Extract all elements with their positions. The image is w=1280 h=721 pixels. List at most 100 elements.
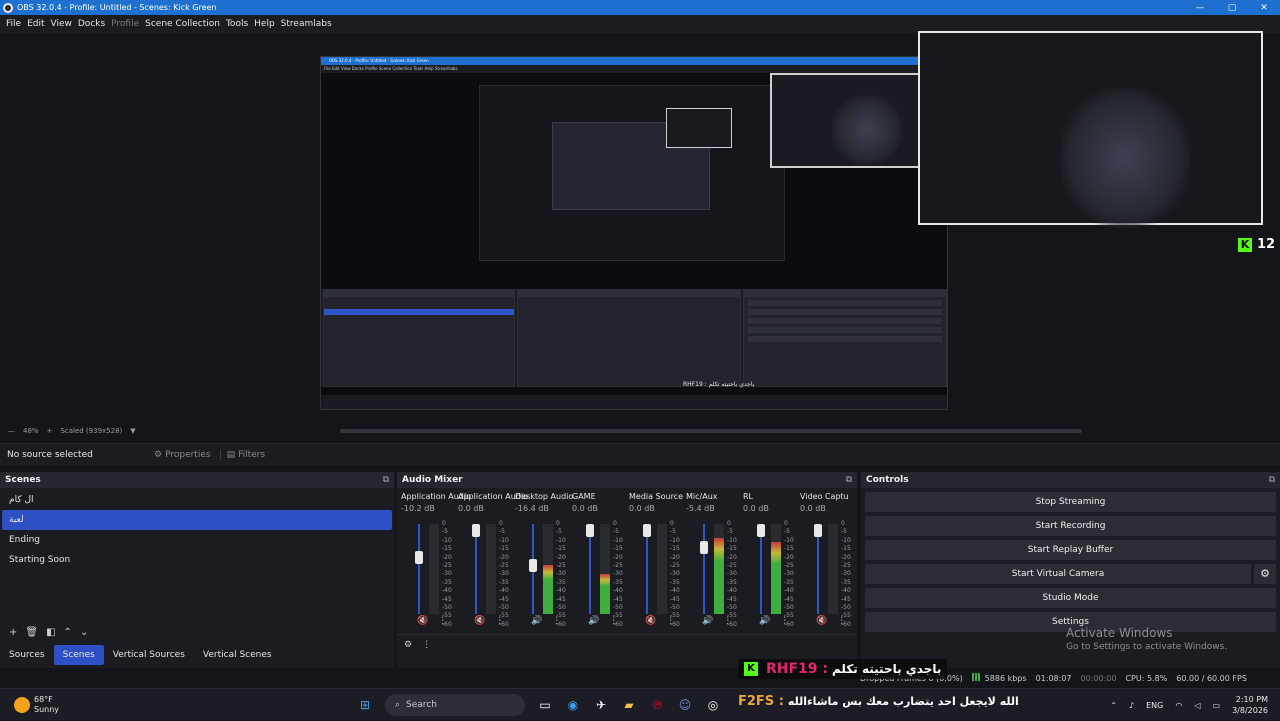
menu-streamlabs[interactable]: Streamlabs <box>281 19 332 29</box>
scene-item[interactable]: Starting Soon <box>2 550 392 570</box>
menu-docks[interactable]: Docks <box>78 19 105 29</box>
volume-slider-knob[interactable] <box>586 524 594 537</box>
muted-speaker-icon[interactable]: 🔇 <box>417 616 428 626</box>
menu-profile[interactable]: Profile <box>111 19 139 29</box>
undock-icon[interactable]: ⧉ <box>383 475 389 485</box>
meter-scale-tick: -30 <box>670 570 680 578</box>
file-explorer-icon[interactable]: ▰ <box>619 695 639 715</box>
start-virtual-camera-button[interactable]: Start Virtual Camera <box>865 564 1251 584</box>
volume-slider-track[interactable] <box>646 524 648 614</box>
discord-icon[interactable]: ☺ <box>675 695 695 715</box>
webcam-source-main[interactable] <box>918 31 1263 228</box>
start-recording-button[interactable]: Start Recording <box>865 516 1276 536</box>
tab-vertical-scenes[interactable]: Vertical Scenes <box>194 645 281 665</box>
volume-slider-track[interactable] <box>817 524 819 614</box>
menu-file[interactable]: File <box>6 19 21 29</box>
tray-overflow-icon[interactable]: ⌃ <box>1110 701 1117 710</box>
pinterest-icon[interactable]: ℗ <box>647 695 667 715</box>
tab-sources[interactable]: Sources <box>0 645 54 665</box>
restore-button[interactable]: ▢ <box>1216 3 1248 13</box>
add-scene-icon[interactable]: + <box>9 627 17 638</box>
more-menu-icon[interactable]: ⋮ <box>422 640 431 650</box>
volume-icon[interactable]: ◁ <box>1194 701 1200 710</box>
volume-slider-knob[interactable] <box>472 524 480 537</box>
volume-slider-knob[interactable] <box>814 524 822 537</box>
stop-streaming-button[interactable]: Stop Streaming <box>865 492 1276 512</box>
undock-icon[interactable]: ⧉ <box>1269 475 1275 485</box>
task-view-icon[interactable]: ▭ <box>535 695 555 715</box>
channel-menu-icon[interactable]: ⋮ <box>837 616 846 626</box>
channel-menu-icon[interactable]: ⋮ <box>552 616 561 626</box>
speaker-icon[interactable]: 🔊 <box>702 616 713 626</box>
undock-icon[interactable]: ⧉ <box>846 475 852 485</box>
battery-icon[interactable]: ▭ <box>1213 701 1221 710</box>
channel-menu-icon[interactable]: ⋮ <box>438 616 447 626</box>
preview-scrollbar[interactable] <box>340 429 1082 433</box>
mic-icon[interactable]: ♪ <box>1129 701 1134 710</box>
meter-scale-tick: -10 <box>442 536 452 544</box>
channel-menu-icon[interactable]: ⋮ <box>609 616 618 626</box>
properties-button[interactable]: ⚙ Properties <box>148 450 217 460</box>
scene-item-selected[interactable]: لعبة <box>2 510 392 530</box>
move-down-icon[interactable]: ⌄ <box>80 627 88 638</box>
menu-scene-collection[interactable]: Scene Collection <box>145 19 220 29</box>
meter-scale-tick: -25 <box>442 562 452 570</box>
scene-item[interactable]: ال كام <box>2 490 392 510</box>
filters-button[interactable]: ▤ Filters <box>219 449 272 460</box>
channel-menu-icon[interactable]: ⋮ <box>666 616 675 626</box>
viewer-count: 12 <box>1257 237 1276 252</box>
weather-widget[interactable]: 68°F Sunny <box>14 695 59 715</box>
muted-speaker-icon[interactable]: 🔇 <box>474 616 485 626</box>
scene-toolbar: + 🗑 ◧ ⌃ ⌄ <box>0 624 394 640</box>
channel-menu-icon[interactable]: ⋮ <box>780 616 789 626</box>
studio-mode-button[interactable]: Studio Mode <box>865 588 1276 608</box>
volume-slider-knob[interactable] <box>643 524 651 537</box>
zoom-in-icon[interactable]: + <box>47 427 53 435</box>
speaker-icon[interactable]: 🔊 <box>531 616 542 626</box>
menu-view[interactable]: View <box>51 19 72 29</box>
filter-icon[interactable]: ◧ <box>46 627 55 638</box>
channel-name: Video Captu <box>800 492 849 501</box>
windows-start-icon[interactable]: ⊞ <box>355 695 375 715</box>
audio-settings-icon[interactable]: ⚙ <box>404 640 412 650</box>
speaker-icon[interactable]: 🔊 <box>588 616 599 626</box>
edge-icon[interactable]: ◉ <box>563 695 583 715</box>
scale-dropdown-icon[interactable]: ▼ <box>130 427 135 435</box>
minimize-button[interactable]: — <box>1184 3 1216 13</box>
volume-slider-track[interactable] <box>760 524 762 614</box>
volume-slider-track[interactable] <box>703 524 705 614</box>
volume-slider-knob[interactable] <box>415 550 423 564</box>
trash-icon[interactable]: 🗑 <box>25 627 38 638</box>
obs-taskbar-icon[interactable]: ◎ <box>703 695 723 715</box>
speaker-icon[interactable]: 🔊 <box>759 616 770 626</box>
close-button[interactable]: ✕ <box>1248 3 1280 13</box>
webcam-source-small[interactable] <box>770 73 920 168</box>
volume-slider-track[interactable] <box>475 524 477 614</box>
menu-tools[interactable]: Tools <box>226 19 248 29</box>
volume-slider-track[interactable] <box>418 524 420 614</box>
volume-slider-knob[interactable] <box>757 524 765 537</box>
zoom-out-icon[interactable]: — <box>8 427 15 435</box>
meter-scale: 0 -5 -10 -15 -20 -25 -30 -35 -40 -45 -50 -55 -60 <box>841 520 851 629</box>
gear-icon[interactable]: ⚙ <box>1254 564 1276 584</box>
volume-slider-knob[interactable] <box>700 540 708 554</box>
volume-slider-track[interactable] <box>589 524 591 614</box>
taskbar-search[interactable]: ⌕ Search <box>385 694 525 716</box>
steam-icon[interactable]: ✈ <box>591 695 611 715</box>
language-indicator[interactable]: ENG <box>1146 701 1163 710</box>
menu-edit[interactable]: Edit <box>27 19 44 29</box>
wifi-icon[interactable]: ◠ <box>1175 701 1182 710</box>
move-up-icon[interactable]: ⌃ <box>64 627 72 638</box>
channel-menu-icon[interactable]: ⋮ <box>495 616 504 626</box>
clock[interactable]: 2:10 PM 3/8/2026 <box>1232 694 1268 716</box>
audio-level-meter <box>828 524 838 614</box>
muted-speaker-icon[interactable]: 🔇 <box>816 616 827 626</box>
volume-slider-knob[interactable] <box>529 558 537 572</box>
start-replay-buffer-button[interactable]: Start Replay Buffer <box>865 540 1276 560</box>
tab-vertical-sources[interactable]: Vertical Sources <box>104 645 194 665</box>
tab-scenes[interactable]: Scenes <box>53 645 104 665</box>
channel-menu-icon[interactable]: ⋮ <box>723 616 732 626</box>
menu-help[interactable]: Help <box>254 19 275 29</box>
scene-item[interactable]: Ending <box>2 530 392 550</box>
muted-speaker-icon[interactable]: 🔇 <box>645 616 656 626</box>
